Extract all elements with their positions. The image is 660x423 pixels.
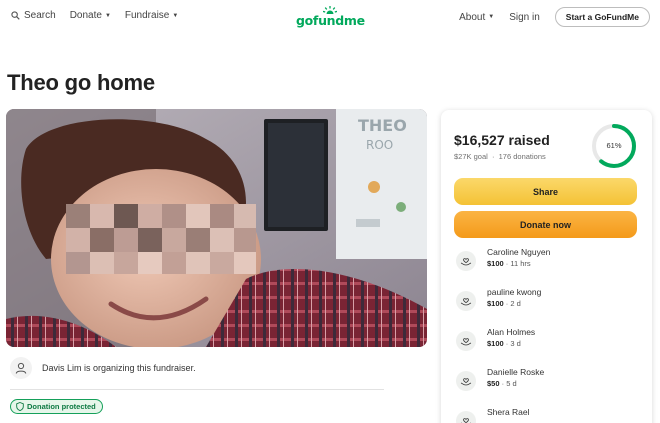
- chevron-down-icon: ▼: [488, 14, 495, 20]
- progress-percent: 61%: [606, 141, 622, 150]
- fundraise-menu-label: Fundraise: [124, 10, 170, 21]
- donate-menu[interactable]: Donate ▼: [70, 10, 111, 21]
- donor-amount: $50: [487, 379, 500, 388]
- donation-protected-label: Donation protected: [27, 402, 96, 411]
- share-button[interactable]: Share: [454, 178, 637, 205]
- signin-link[interactable]: Sign in: [509, 12, 540, 23]
- shield-icon: [16, 402, 24, 411]
- heart-hands-icon: [456, 291, 476, 311]
- search-label: Search: [24, 10, 56, 21]
- heart-hands-icon: [456, 411, 476, 423]
- header-right-nav: About ▼ Sign in Start a GoFundMe: [459, 7, 650, 27]
- donor-time: 3 d: [510, 339, 521, 348]
- svg-text:ROO: ROO: [366, 138, 393, 152]
- donor-amount: $100: [487, 339, 504, 348]
- gofundme-logo[interactable]: gofundme: [296, 6, 365, 28]
- heart-hands-icon: [456, 251, 476, 271]
- about-menu-label: About: [459, 11, 486, 23]
- chevron-down-icon: ▼: [104, 12, 111, 19]
- donor-name: Shera Rael: [487, 407, 530, 417]
- logo-text: gofundme: [296, 13, 365, 28]
- heart-hands-icon: [456, 331, 476, 351]
- campaign-photo[interactable]: THEO ROO: [6, 109, 427, 347]
- donation-count: 176 donations: [498, 152, 546, 161]
- fundraise-menu[interactable]: Fundraise ▼: [125, 10, 178, 21]
- donor-time: 11 hrs: [510, 259, 531, 268]
- goal-amount: $27K goal: [454, 152, 488, 161]
- donor-item: Shera Rael: [454, 407, 639, 423]
- page-title: Theo go home: [7, 70, 155, 95]
- start-gofundme-button[interactable]: Start a GoFundMe: [554, 7, 650, 27]
- donor-meta: $50 · 5 d: [487, 379, 517, 388]
- organizer-avatar: [10, 357, 32, 379]
- donor-amount: $100: [487, 259, 504, 268]
- search-icon: [11, 11, 20, 20]
- donor-name: pauline kwong: [487, 287, 542, 297]
- person-icon: [15, 362, 27, 374]
- goal-summary: $27K goal · 176 donations: [454, 152, 546, 161]
- donation-card: $16,527 raised $27K goal · 176 donations…: [441, 110, 652, 423]
- organizer-row: Davis Lim is organizing this fundraiser.: [10, 357, 196, 379]
- donor-name: Danielle Roske: [487, 367, 545, 377]
- goal-separator: ·: [489, 152, 497, 161]
- donor-item: pauline kwong $100 · 2 d: [454, 287, 639, 317]
- donor-amount: $100: [487, 299, 504, 308]
- campaign-photo-illustration: THEO ROO: [6, 109, 427, 347]
- svg-text:THEO: THEO: [358, 116, 407, 135]
- donor-meta: $100 · 2 d: [487, 299, 521, 308]
- divider: [10, 389, 384, 390]
- donor-time: 2 d: [510, 299, 521, 308]
- donor-meta: $100 · 11 hrs: [487, 259, 531, 268]
- donate-menu-label: Donate: [69, 10, 102, 21]
- donor-name: Alan Holmes: [487, 327, 536, 337]
- amount-raised: $16,527 raised: [454, 132, 550, 148]
- organizer-text: Davis Lim is organizing this fundraiser.: [42, 363, 196, 373]
- donate-now-button[interactable]: Donate now: [454, 211, 637, 238]
- donor-name: Caroline Nguyen: [487, 247, 551, 257]
- signin-label: Sign in: [509, 11, 540, 23]
- about-menu[interactable]: About ▼: [459, 12, 494, 23]
- donor-meta: $100 · 3 d: [487, 339, 521, 348]
- donation-protected-badge[interactable]: Donation protected: [10, 399, 103, 414]
- header-left-nav: Search Donate ▼ Fundraise ▼: [11, 10, 192, 21]
- donor-item: Danielle Roske $50 · 5 d: [454, 367, 639, 397]
- search-link[interactable]: Search: [11, 10, 56, 21]
- donor-time: 5 d: [506, 379, 517, 388]
- heart-hands-icon: [456, 371, 476, 391]
- donor-item: Caroline Nguyen $100 · 11 hrs: [454, 247, 639, 277]
- donor-item: Alan Holmes $100 · 3 d: [454, 327, 639, 357]
- chevron-down-icon: ▼: [172, 12, 179, 19]
